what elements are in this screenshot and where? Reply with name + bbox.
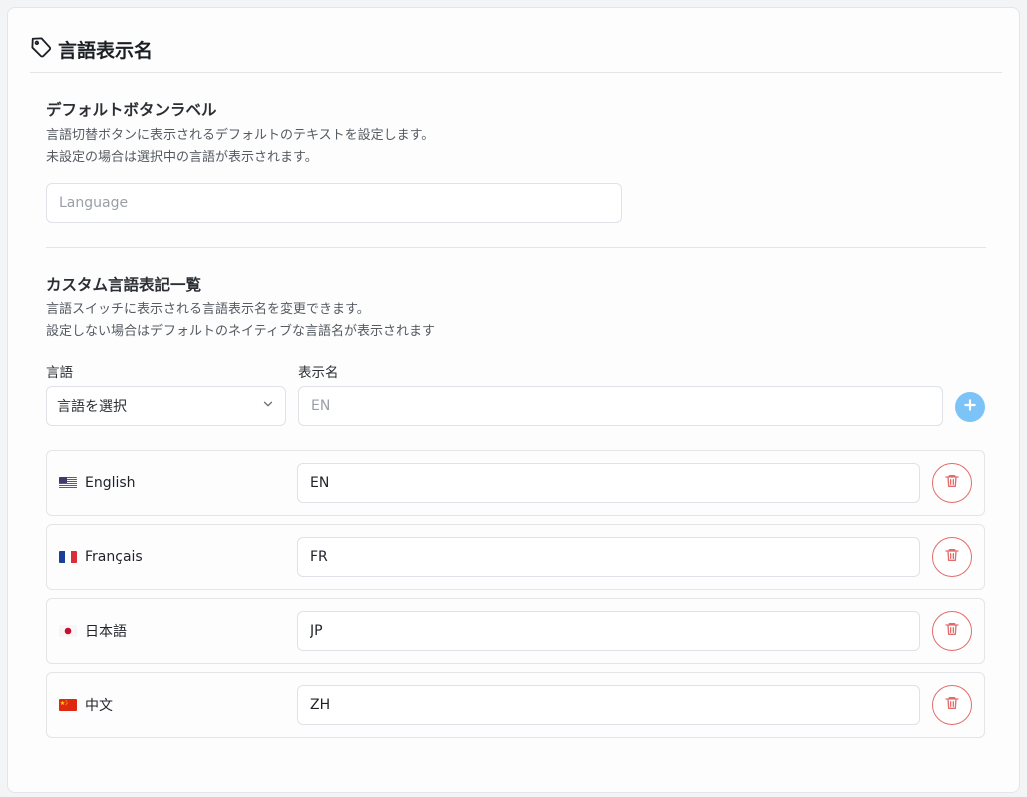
display-name-field-label: 表示名 [298,365,339,381]
display-name-value-input[interactable] [297,685,920,725]
card-header: 言語表示名 [30,34,153,64]
language-row-english: English [46,450,985,516]
language-field-label: 言語 [46,365,73,381]
trash-icon [944,695,960,715]
delete-language-button[interactable] [932,463,972,503]
language-name-cell: 中文 [59,673,113,737]
add-language-button[interactable] [955,392,985,422]
delete-language-button[interactable] [932,685,972,725]
language-name-cell: 日本語 [59,599,127,663]
custom-list-desc-2: 設定しない場合はデフォルトのネイティブな言語名が表示されます [46,324,435,339]
chevron-down-icon [261,397,275,415]
trash-icon [944,473,960,493]
language-name: 中文 [85,698,113,714]
language-name: Français [85,549,143,565]
section-divider [46,247,986,248]
cn-flag-icon [59,699,77,711]
language-display-name-card: 言語表示名 デフォルトボタンラベル 言語切替ボタンに表示されるデフォルトのテキス… [7,7,1020,793]
display-name-value-input[interactable] [297,537,920,577]
custom-list-title: カスタム言語表記一覧 [46,276,202,294]
language-name: 日本語 [85,624,127,640]
default-label-desc-2: 未設定の場合は選択中の言語が表示されます。 [46,150,318,165]
trash-icon [944,621,960,641]
delete-language-button[interactable] [932,611,972,651]
language-select-value: 言語を選択 [57,399,127,415]
display-name-input[interactable] [298,386,943,426]
delete-language-button[interactable] [932,537,972,577]
language-row-chinese: 中文 [46,672,985,738]
custom-list-desc-1: 言語スイッチに表示される言語表示名を変更できます。 [46,302,370,317]
display-name-value-input[interactable] [297,463,920,503]
language-row-japanese: 日本語 [46,598,985,664]
plus-icon [962,397,978,417]
default-label-title: デフォルトボタンラベル [46,101,217,119]
language-name-cell: Français [59,525,143,589]
language-name-cell: English [59,451,136,515]
language-row-french: Français [46,524,985,590]
jp-flag-icon [59,625,77,637]
language-select[interactable]: 言語を選択 [46,386,286,426]
default-label-input[interactable] [46,183,622,223]
display-name-value-input[interactable] [297,611,920,651]
language-name: English [85,475,136,491]
tag-icon [30,36,52,62]
trash-icon [944,547,960,567]
fr-flag-icon [59,551,77,563]
default-label-desc-1: 言語切替ボタンに表示されるデフォルトのテキストを設定します。 [46,128,435,143]
header-divider [30,72,1002,73]
card-title: 言語表示名 [58,39,154,62]
us-flag-icon [59,477,77,489]
